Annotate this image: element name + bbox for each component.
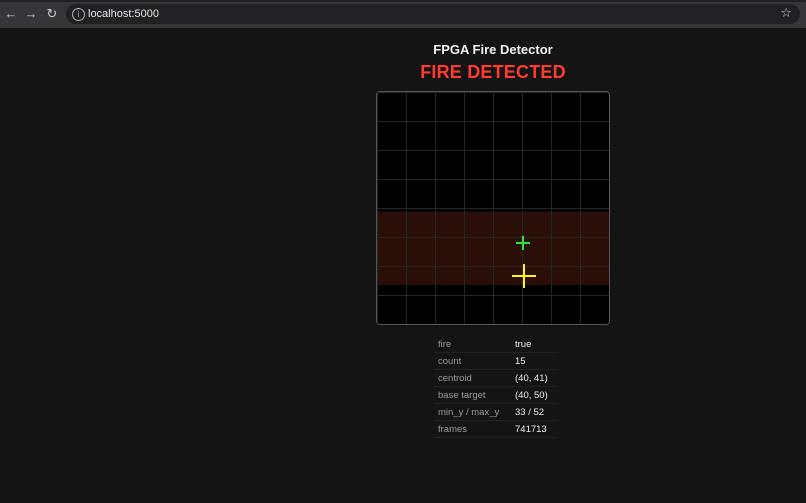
address-bar[interactable]: i localhost:5000 ☆ — [66, 4, 800, 24]
stat-value: (40, 50) — [515, 386, 555, 404]
target-crosshair-icon — [512, 264, 536, 288]
stat-value: 741713 — [515, 420, 555, 438]
stat-key: base target — [434, 386, 515, 404]
stat-key: frames — [434, 420, 515, 438]
table-row: min_y / max_y 33 / 52 — [434, 403, 555, 421]
site-info-icon[interactable]: i — [72, 8, 85, 21]
table-row: centroid (40, 41) — [434, 369, 555, 387]
browser-toolbar: ← → ↻ i localhost:5000 ☆ — [0, 0, 806, 28]
page-title: FPGA Fire Detector — [433, 42, 553, 57]
stat-key: min_y / max_y — [434, 403, 515, 421]
table-row: frames 741713 — [434, 420, 555, 438]
detection-grid — [376, 91, 610, 325]
stats-table: fire true count 15 centroid (40, 41) bas… — [434, 336, 555, 438]
centroid-crosshair-icon — [516, 236, 530, 250]
stat-value: 15 — [515, 352, 555, 370]
page-content: FPGA Fire Detector FIRE DETECTED fire tr… — [0, 28, 806, 503]
stat-key: centroid — [434, 369, 515, 387]
stat-key: fire — [434, 336, 515, 353]
url-text[interactable]: localhost:5000 — [88, 4, 159, 24]
reload-icon[interactable]: ↻ — [45, 7, 59, 21]
forward-icon[interactable]: → — [24, 7, 38, 21]
table-row: count 15 — [434, 352, 555, 370]
stat-value: true — [515, 336, 555, 353]
bookmark-star-icon[interactable]: ☆ — [780, 4, 792, 24]
back-icon[interactable]: ← — [4, 7, 18, 21]
table-row: fire true — [434, 336, 555, 353]
stat-value: 33 / 52 — [515, 403, 555, 421]
tab-strip-edge — [0, 0, 806, 2]
stat-key: count — [434, 352, 515, 370]
fire-status: FIRE DETECTED — [420, 62, 566, 82]
stat-value: (40, 41) — [515, 369, 555, 387]
table-row: base target (40, 50) — [434, 386, 555, 404]
grid-lines — [377, 92, 609, 324]
